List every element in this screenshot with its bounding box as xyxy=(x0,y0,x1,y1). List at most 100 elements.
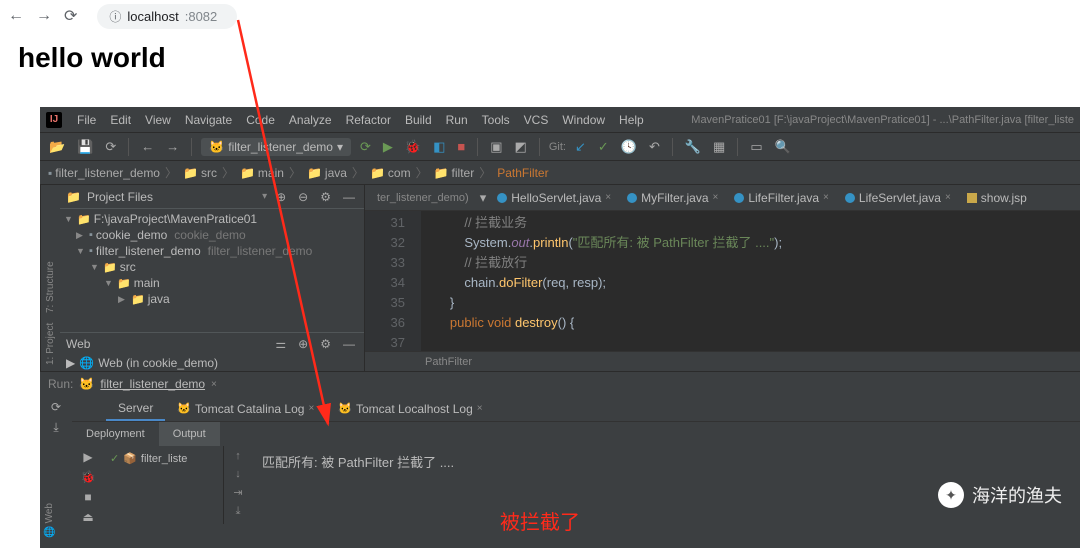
menu-run[interactable]: Run xyxy=(439,113,475,127)
presentation-icon[interactable]: ▭ xyxy=(747,139,765,155)
attach-icon[interactable]: ⤓ xyxy=(53,420,58,435)
crumb-main[interactable]: main xyxy=(258,166,284,180)
git-revert-icon[interactable]: ↶ xyxy=(646,139,663,155)
run-icon[interactable]: ▶ xyxy=(380,139,396,155)
debug-icon[interactable]: 🐞 xyxy=(81,470,96,484)
coverage-icon[interactable]: ◧ xyxy=(430,139,448,155)
stop-icon[interactable]: ■ xyxy=(84,490,91,504)
tab-dropdown-icon[interactable]: ▾ xyxy=(477,190,490,206)
stop-icon[interactable]: ■ xyxy=(454,139,468,154)
rail-structure[interactable]: 7: Structure xyxy=(43,259,58,315)
menu-navigate[interactable]: Navigate xyxy=(178,113,239,127)
crumb-filter[interactable]: filter xyxy=(452,166,475,180)
crumb-module[interactable]: filter_listener_demo xyxy=(55,166,160,180)
rail-project[interactable]: 1: Project xyxy=(43,321,58,367)
code-lines[interactable]: // 拦截业务 System.out.println("匹配所有: 被 Path… xyxy=(421,211,1080,351)
crumb-src[interactable]: src xyxy=(201,166,217,180)
close-icon[interactable]: × xyxy=(211,379,217,390)
rerun-icon[interactable]: ⟳ xyxy=(51,400,61,414)
site-info-icon[interactable]: ⓘ xyxy=(109,8,121,25)
expand-icon[interactable]: ⊕ xyxy=(295,337,311,351)
close-icon[interactable]: × xyxy=(823,192,829,203)
web-tree-item[interactable]: ▶🌐Web (in cookie_demo) xyxy=(60,355,364,371)
url-bar[interactable]: ⓘ localhost:8082 xyxy=(97,4,237,29)
open-icon[interactable]: 📂 xyxy=(46,139,68,155)
subtab-output[interactable]: Output xyxy=(159,422,220,446)
rerun-icon[interactable]: ⟳ xyxy=(357,139,374,155)
wrap-icon[interactable]: ⇥ xyxy=(233,486,242,499)
editor-tab[interactable]: MyFilter.java× xyxy=(619,185,726,210)
exit-icon[interactable]: ⏏ xyxy=(82,510,93,524)
menu-edit[interactable]: Edit xyxy=(103,113,138,127)
reload-icon[interactable]: ⟳ xyxy=(64,6,77,26)
filter-icon[interactable]: ⚌ xyxy=(272,337,289,351)
close-icon[interactable]: × xyxy=(605,192,611,203)
web-panel-title[interactable]: Web xyxy=(66,337,90,351)
tool-icon[interactable]: ◩ xyxy=(512,139,530,155)
menu-vcs[interactable]: VCS xyxy=(517,113,556,127)
tree-item[interactable]: ▼📁src xyxy=(60,259,364,275)
editor-tab[interactable]: HelloServlet.java× xyxy=(489,185,619,210)
forward-icon[interactable]: → xyxy=(36,7,52,25)
git-commit-icon[interactable]: ✓ xyxy=(595,139,612,155)
tree-item[interactable]: ▶📁java xyxy=(60,291,364,307)
menu-analyze[interactable]: Analyze xyxy=(282,113,339,127)
run-tab-server[interactable]: Server xyxy=(106,396,165,421)
menu-code[interactable]: Code xyxy=(239,113,282,127)
down-icon[interactable]: ↓ xyxy=(235,468,241,480)
subtab-deployment[interactable]: Deployment xyxy=(72,422,159,446)
redo-icon[interactable]: → xyxy=(163,139,182,154)
search-icon[interactable]: 🔍 xyxy=(772,139,794,155)
menu-view[interactable]: View xyxy=(138,113,178,127)
collapse-icon[interactable]: ⊕ xyxy=(273,190,289,204)
editor-tab[interactable]: LifeServlet.java× xyxy=(837,185,959,210)
tree-root[interactable]: ▼📁F:\javaProject\MavenPratice01 xyxy=(60,211,364,227)
crumb-class[interactable]: PathFilter xyxy=(497,166,548,180)
deploy-item[interactable]: ✓📦filter_liste xyxy=(108,450,219,467)
run-config-name[interactable]: filter_listener_demo xyxy=(100,377,205,391)
layout-icon[interactable]: ▣ xyxy=(487,139,505,155)
menu-build[interactable]: Build xyxy=(398,113,439,127)
save-icon[interactable]: 💾 xyxy=(74,139,96,155)
gear-icon[interactable]: ⚙ xyxy=(317,190,334,204)
debug-icon[interactable]: 🐞 xyxy=(402,139,424,155)
editor-tab[interactable]: LifeFilter.java× xyxy=(726,185,837,210)
crumb-java[interactable]: java xyxy=(325,166,347,180)
dropdown-icon[interactable]: ▾ xyxy=(262,191,267,202)
hide-icon[interactable]: — xyxy=(340,337,358,351)
run-tab-localhost[interactable]: 🐱Tomcat Localhost Log× xyxy=(326,396,494,421)
back-icon[interactable]: ← xyxy=(8,7,24,25)
tree-item[interactable]: ▼📁main xyxy=(60,275,364,291)
menu-help[interactable]: Help xyxy=(612,113,651,127)
structure-icon[interactable]: ▦ xyxy=(710,139,728,155)
tree-item[interactable]: ▶▪cookie_democookie_demo xyxy=(60,227,364,243)
run-icon[interactable]: ▶ xyxy=(83,450,92,464)
close-icon[interactable]: × xyxy=(713,192,719,203)
close-icon[interactable]: × xyxy=(308,403,314,414)
git-history-icon[interactable]: 🕓 xyxy=(618,139,640,155)
run-tab-catalina[interactable]: 🐱Tomcat Catalina Log× xyxy=(165,396,326,421)
rail-web[interactable]: 🌐 Web xyxy=(40,499,59,542)
ide-settings-icon[interactable]: 🔧 xyxy=(682,139,704,155)
git-update-icon[interactable]: ↙ xyxy=(572,139,589,155)
project-panel-title[interactable]: Project Files xyxy=(87,190,256,204)
undo-icon[interactable]: ← xyxy=(138,139,157,154)
crumb-com[interactable]: com xyxy=(388,166,411,180)
up-icon[interactable]: ↑ xyxy=(235,450,241,462)
close-icon[interactable]: × xyxy=(945,192,951,203)
editor-context-crumb[interactable]: PathFilter xyxy=(365,351,1080,371)
menu-window[interactable]: Window xyxy=(555,113,612,127)
menu-refactor[interactable]: Refactor xyxy=(339,113,398,127)
hide-icon[interactable]: — xyxy=(340,190,358,204)
editor-tab[interactable]: show.jsp xyxy=(959,185,1035,210)
sync-icon[interactable]: ⟳ xyxy=(102,139,119,155)
tree-item[interactable]: ▼▪filter_listener_demofilter_listener_de… xyxy=(60,243,364,259)
menu-file[interactable]: File xyxy=(70,113,103,127)
scroll-icon[interactable]: ⤓ xyxy=(236,505,241,518)
gear-icon[interactable]: ⚙ xyxy=(317,337,334,351)
menu-tools[interactable]: Tools xyxy=(475,113,517,127)
run-config-selector[interactable]: 🐱 filter_listener_demo ▾ xyxy=(201,138,351,156)
code-editor[interactable]: 31323334353637 // 拦截业务 System.out.printl… xyxy=(365,211,1080,351)
locate-icon[interactable]: ⊖ xyxy=(295,190,311,204)
close-icon[interactable]: × xyxy=(477,403,483,414)
